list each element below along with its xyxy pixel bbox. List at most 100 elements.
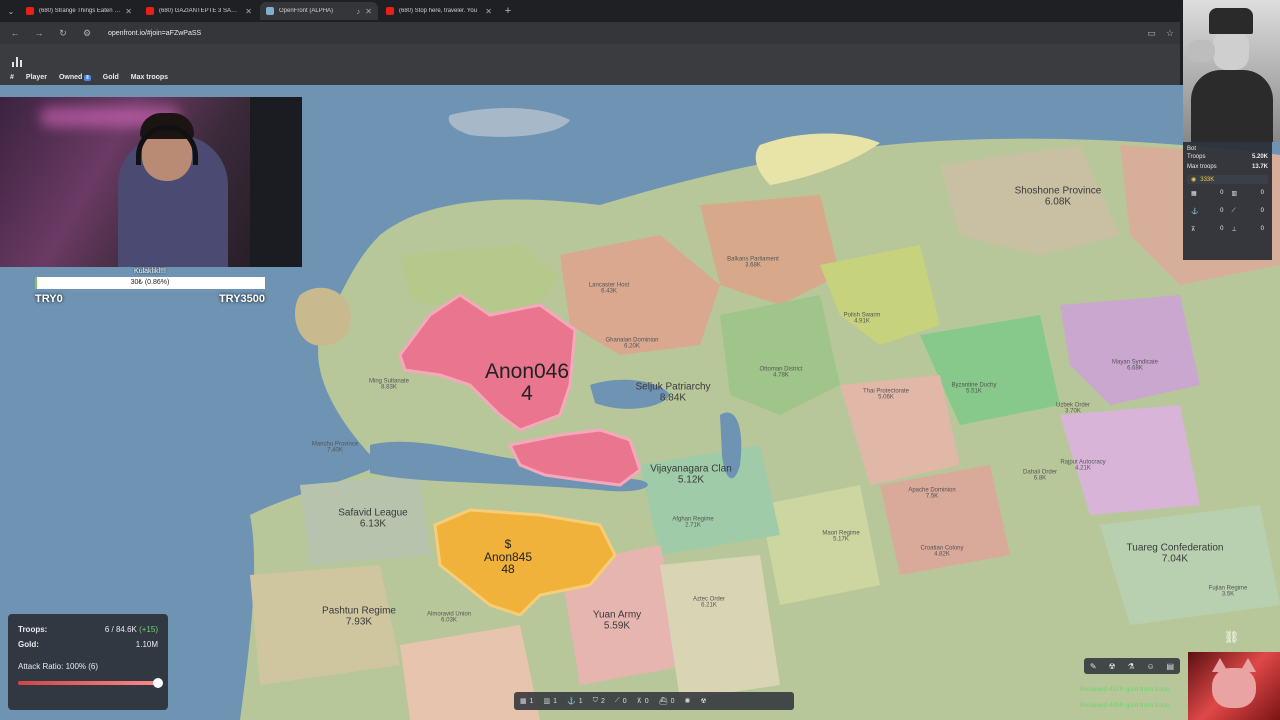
webcam-background-window xyxy=(250,97,302,267)
region-label[interactable]: Maori Regime 5.17K xyxy=(822,531,859,544)
forward-icon[interactable]: → xyxy=(32,28,46,38)
browser-tab[interactable]: (680) Stop here, traveler. You ✕ xyxy=(380,2,498,20)
col-rank[interactable]: # xyxy=(10,74,14,81)
troops-value: 6 / 84.6K xyxy=(104,625,137,634)
close-icon[interactable]: ✕ xyxy=(245,7,252,16)
tab-title: (680) Stop here, traveler. You xyxy=(399,8,478,14)
build-nuke-button[interactable]: ✺ xyxy=(684,697,690,705)
troops-label: Troops: xyxy=(18,625,48,634)
defense-post-icon: ⛉ xyxy=(592,697,598,704)
back-icon[interactable]: ← xyxy=(8,28,22,38)
region-label[interactable]: Lancaster Host 6.43K xyxy=(589,283,629,296)
build-missile-silo-button[interactable]: ⟋ 0 xyxy=(615,697,627,705)
attack-ratio-label: Attack Ratio: 100% (6) xyxy=(18,662,99,671)
close-icon[interactable]: ✕ xyxy=(125,7,132,16)
owned-toggle-badge[interactable]: ‖ xyxy=(84,74,91,81)
cast-icon[interactable]: ▭ xyxy=(1147,28,1156,39)
region-label[interactable]: Afghan Regime 2.71K xyxy=(672,517,713,530)
region-label[interactable]: Croatian Colony 4.82K xyxy=(920,546,963,559)
gold-row: Gold: 1.10M xyxy=(18,637,158,652)
flask-icon[interactable]: ⚗ xyxy=(1127,662,1134,671)
tab-title: (680) GAZİANTEPTE 3 SAATTİ xyxy=(159,8,241,14)
url-field[interactable]: openfront.io/#join=aFZwPaSS xyxy=(108,30,201,37)
col-gold[interactable]: Gold xyxy=(103,74,119,81)
region-patch xyxy=(760,485,880,605)
region-label[interactable]: Apache Dominion 7.5K xyxy=(908,488,955,501)
region-label[interactable]: Tuareg Confederation 7.04K xyxy=(1127,543,1224,565)
bookmark-icon[interactable]: ☆ xyxy=(1166,28,1174,39)
region-label[interactable]: Manchu Province 7.40K xyxy=(312,442,358,455)
col-max-troops[interactable]: Max troops xyxy=(131,74,168,81)
region-label[interactable]: Ottoman District 4.78K xyxy=(759,367,802,380)
nuke-icon[interactable]: ☢ xyxy=(1108,662,1115,671)
chat-icon[interactable]: ▤ xyxy=(1167,662,1175,671)
build-defense-button[interactable]: ⛉ 2 xyxy=(593,697,605,705)
region-label[interactable]: Ming Sultanate 8.83K xyxy=(369,379,409,392)
region-label[interactable]: Safavid League 6.13K xyxy=(338,508,408,530)
region-label[interactable]: Uzbek Order 3.70K xyxy=(1056,403,1090,416)
browser-tab[interactable]: (680) GAZİANTEPTE 3 SAATTİ ✕ xyxy=(140,2,258,20)
region-label[interactable]: Mayan Syndicate 6.68K xyxy=(1112,360,1158,373)
build-sam-button[interactable]: ⊼ 0 xyxy=(637,697,649,706)
region-label[interactable]: Fujian Regime 3.5K xyxy=(1209,586,1248,599)
region-label[interactable]: Thai Protectorate 5.06K xyxy=(863,389,909,402)
region-label[interactable]: Ghanaian Dominion 6.20K xyxy=(605,338,658,351)
region-label[interactable]: Vijayanagara Clan 5.12K xyxy=(650,464,732,486)
region-label[interactable]: Dahali Order 6.8K xyxy=(1023,470,1057,483)
donation-progress-bar: 30₺ (0.86%) xyxy=(35,277,265,289)
emoji-icon[interactable]: ☺ xyxy=(1147,662,1155,671)
speaker-icon[interactable]: ♪ xyxy=(356,7,360,16)
browser-tab[interactable]: (680) Strange Things Eaten in t ✕ xyxy=(20,2,138,20)
region-label[interactable]: Seljuk Patriarchy 8.84K xyxy=(635,382,710,404)
youtube-icon xyxy=(26,7,34,15)
region-label[interactable]: Almoravid Union 6.03K xyxy=(427,612,471,625)
close-icon[interactable]: ✕ xyxy=(485,7,492,16)
pencil-icon[interactable]: ✎ xyxy=(1090,662,1097,671)
troops-row: Troops: 6 / 84.6K (+15) xyxy=(18,622,158,637)
region-label[interactable]: Shoshone Province 6.08K xyxy=(1015,186,1102,208)
link-icon[interactable]: ⛓ xyxy=(1224,630,1239,644)
bar-chart-icon[interactable] xyxy=(12,57,22,67)
close-icon[interactable]: ✕ xyxy=(365,7,372,16)
portrait-overlay xyxy=(1183,0,1280,142)
build-city-button[interactable]: ▦ 1 xyxy=(520,697,534,706)
attack-ratio-knob[interactable] xyxy=(153,678,163,688)
donation-title: Kulaklıkl!!! xyxy=(134,268,166,275)
new-tab-button[interactable]: + xyxy=(500,5,516,17)
region-patch xyxy=(660,555,780,700)
defense-post-icon: ⊥ xyxy=(1231,227,1237,233)
gold-value: 1.10M xyxy=(135,640,158,649)
browser-tab-active[interactable]: OpenFront (ALPHA) ♪ ✕ xyxy=(260,2,378,20)
player-label-anon046[interactable]: Anon046 4 xyxy=(485,360,569,405)
reload-icon[interactable]: ↻ xyxy=(56,28,70,39)
donation-goal: Kulaklıkl!!! 30₺ (0.86%) TRY0 TRY3500 xyxy=(35,268,265,305)
build-menu-bar: ▦ 1 ▥ 1 ⚓ 1 ⛉ 2 ⟋ 0 ⊼ 0 ⛴ 0 ✺ ☢ xyxy=(514,692,794,710)
build-factory-button[interactable]: ▥ 1 xyxy=(544,697,558,706)
site-info-icon[interactable]: ⚙ xyxy=(80,28,94,39)
city-icon: ▦ xyxy=(1191,191,1197,197)
player-info-panel: Bot Troops 5.20K Max troops 13.7K ◉ 333K… xyxy=(1183,142,1272,260)
attack-ratio-slider[interactable] xyxy=(18,678,163,688)
build-port-button[interactable]: ⚓ 1 xyxy=(567,697,583,706)
region-label[interactable]: Pashtun Regime 7.93K xyxy=(322,606,396,628)
region-label[interactable]: Yuan Army 5.59K xyxy=(593,610,641,632)
leaderboard-header: # Player Owned ‖ Gold Max troops xyxy=(10,74,168,81)
build-warship-button[interactable]: ⛴ 0 xyxy=(659,697,675,706)
event-message: Received 445K gold from trade xyxy=(1080,702,1170,709)
openfront-icon xyxy=(266,7,274,15)
region-label[interactable]: Byzantine Duchy 5.51K xyxy=(951,383,996,396)
region-label[interactable]: Balkans Parliament 3.68K xyxy=(727,257,779,270)
player-label-anon845[interactable]: $ Anon845 48 xyxy=(484,538,532,576)
portrait-face xyxy=(1213,30,1249,70)
region-label[interactable]: Aztec Order 6.21K xyxy=(693,597,725,610)
player-troops: 4 xyxy=(521,382,533,405)
region-label[interactable]: Rajput Autocracy 4.21K xyxy=(1060,460,1105,473)
tab-search-icon[interactable]: ⌄ xyxy=(4,7,18,16)
col-player[interactable]: Player xyxy=(26,74,47,81)
build-mirv-button[interactable]: ☢ xyxy=(700,697,706,705)
building-count: ⊥ 0 xyxy=(1231,226,1265,233)
event-message: Received 437K gold from trade xyxy=(1080,686,1170,693)
col-owned[interactable]: Owned ‖ xyxy=(59,74,91,81)
cat-head xyxy=(1212,668,1256,708)
region-label[interactable]: Polish Swarm 4.91K xyxy=(844,313,881,326)
